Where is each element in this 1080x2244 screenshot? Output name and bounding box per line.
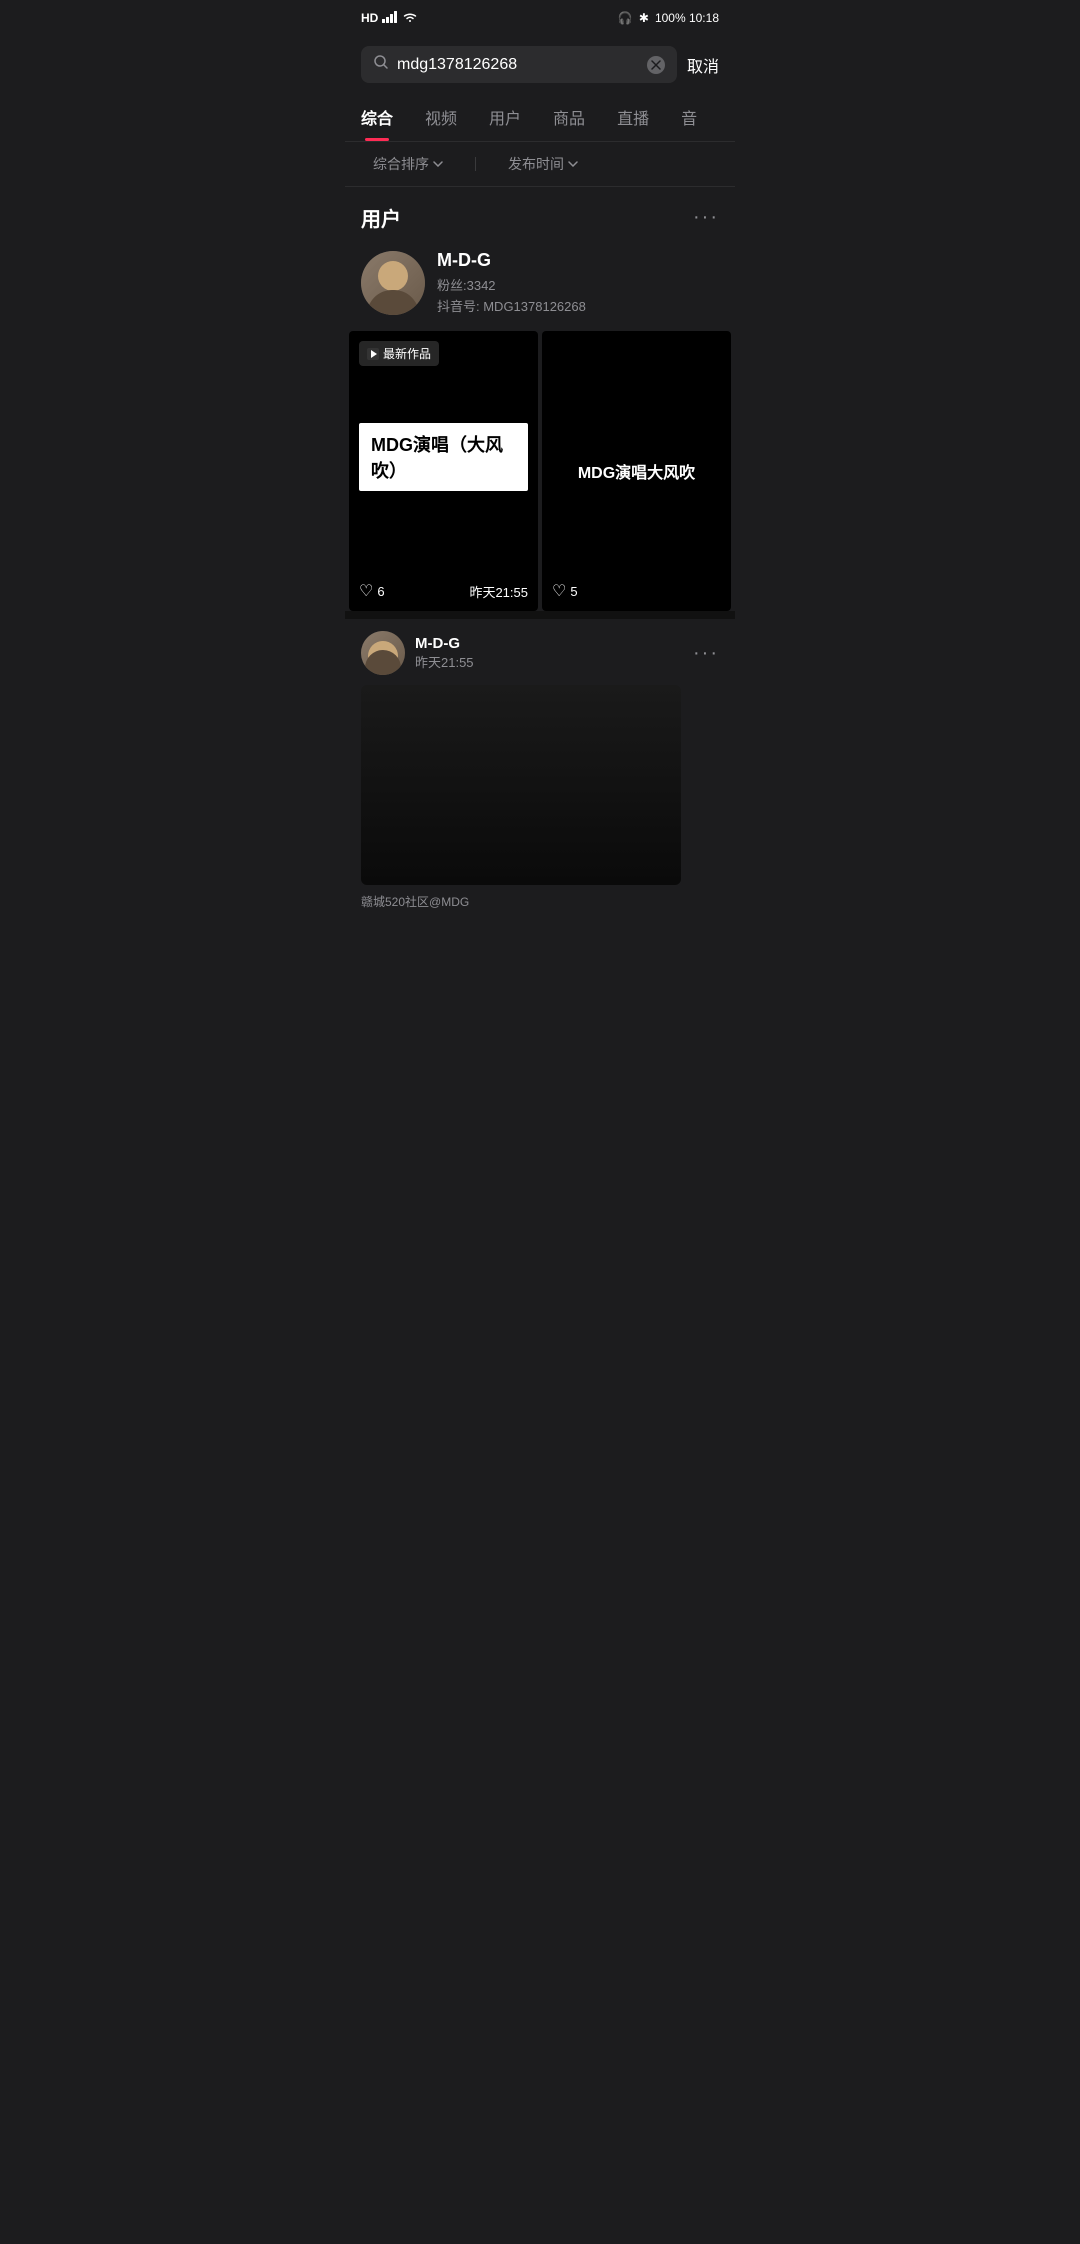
post-caption: 赣城520社区@MDG <box>361 893 719 910</box>
tab-user[interactable]: 用户 <box>473 93 537 141</box>
search-input-wrapper[interactable]: mdg1378126268 <box>361 46 677 83</box>
filter-divider <box>475 157 476 171</box>
post-more-button[interactable]: ··· <box>693 642 719 665</box>
video-title-2: MDG演唱大风吹 <box>578 459 695 483</box>
filter-bar: 综合排序 发布时间 <box>345 142 735 187</box>
video-label-1: 最新作品 <box>359 341 439 366</box>
bluetooth-icon: ✱ <box>639 11 649 25</box>
tab-live[interactable]: 直播 <box>601 93 665 141</box>
video-likes-2: ♡ 5 <box>552 581 578 601</box>
video-grid: 最新作品 MDG演唱（大风吹） ♡ 6 昨天21:55 MDG演唱大风吹 ♡ 5 <box>345 331 735 611</box>
post-time: 昨天21:55 <box>415 652 683 671</box>
user-name: M-D-G <box>437 250 719 271</box>
post-username: M-D-G <box>415 635 683 652</box>
sort-label: 综合排序 <box>373 154 429 174</box>
video-title-box-1: MDG演唱（大风吹） <box>359 423 528 491</box>
wifi-icon <box>402 11 418 26</box>
search-bar: mdg1378126268 取消 <box>345 36 735 93</box>
status-bar: HD 🎧 ✱ 100% 10:18 <box>345 0 735 36</box>
post-avatar <box>361 631 405 675</box>
search-icon <box>373 54 389 75</box>
user-more-button[interactable]: ··· <box>693 206 719 229</box>
post-thumbnail-inner <box>361 685 681 885</box>
time-label: 发布时间 <box>508 154 564 174</box>
tab-music[interactable]: 音 <box>665 93 713 141</box>
time-filter[interactable]: 发布时间 <box>496 150 590 178</box>
video-footer-1: ♡ 6 昨天21:55 <box>349 581 538 601</box>
status-left: HD <box>361 11 418 26</box>
video-footer-2: ♡ 5 <box>542 581 731 601</box>
tab-product[interactable]: 商品 <box>537 93 601 141</box>
post-thumbnail[interactable] <box>361 685 681 885</box>
sort-filter[interactable]: 综合排序 <box>361 150 455 178</box>
status-right: 🎧 ✱ 100% 10:18 <box>618 11 719 25</box>
user-section-header: 用户 ··· <box>345 187 735 242</box>
heart-icon-2: ♡ <box>552 581 566 601</box>
signal-icon <box>382 11 398 26</box>
clear-button[interactable] <box>647 56 665 74</box>
user-section-title: 用户 <box>361 203 401 232</box>
video-card-2[interactable]: MDG演唱大风吹 ♡ 5 <box>542 331 731 611</box>
heart-icon-1: ♡ <box>359 581 373 601</box>
user-card[interactable]: M-D-G 粉丝:3342 抖音号: MDG1378126268 <box>345 242 735 331</box>
video-time-1: 昨天21:55 <box>469 582 528 601</box>
cancel-button[interactable]: 取消 <box>687 53 719 77</box>
tabs-bar: 综合 视频 用户 商品 直播 音 <box>345 93 735 142</box>
battery-text: 100% 10:18 <box>655 11 719 25</box>
tab-comprehensive[interactable]: 综合 <box>345 93 409 141</box>
hd-badge: HD <box>361 11 378 25</box>
post-header: M-D-G 昨天21:55 ··· <box>361 631 719 675</box>
post-user-info: M-D-G 昨天21:55 <box>415 635 683 671</box>
tab-video[interactable]: 视频 <box>409 93 473 141</box>
video-likes-1: ♡ 6 <box>359 581 385 601</box>
user-fans: 粉丝:3342 <box>437 275 719 294</box>
avatar <box>361 251 425 315</box>
post-card: M-D-G 昨天21:55 ··· 赣城520社区@MDG <box>345 619 735 922</box>
section-divider <box>345 611 735 619</box>
video-card-1[interactable]: 最新作品 MDG演唱（大风吹） ♡ 6 昨天21:55 <box>349 331 538 611</box>
user-id: 抖音号: MDG1378126268 <box>437 296 719 315</box>
headphone-icon: 🎧 <box>618 11 633 25</box>
user-info: M-D-G 粉丝:3342 抖音号: MDG1378126268 <box>437 250 719 315</box>
search-input[interactable]: mdg1378126268 <box>397 56 639 74</box>
